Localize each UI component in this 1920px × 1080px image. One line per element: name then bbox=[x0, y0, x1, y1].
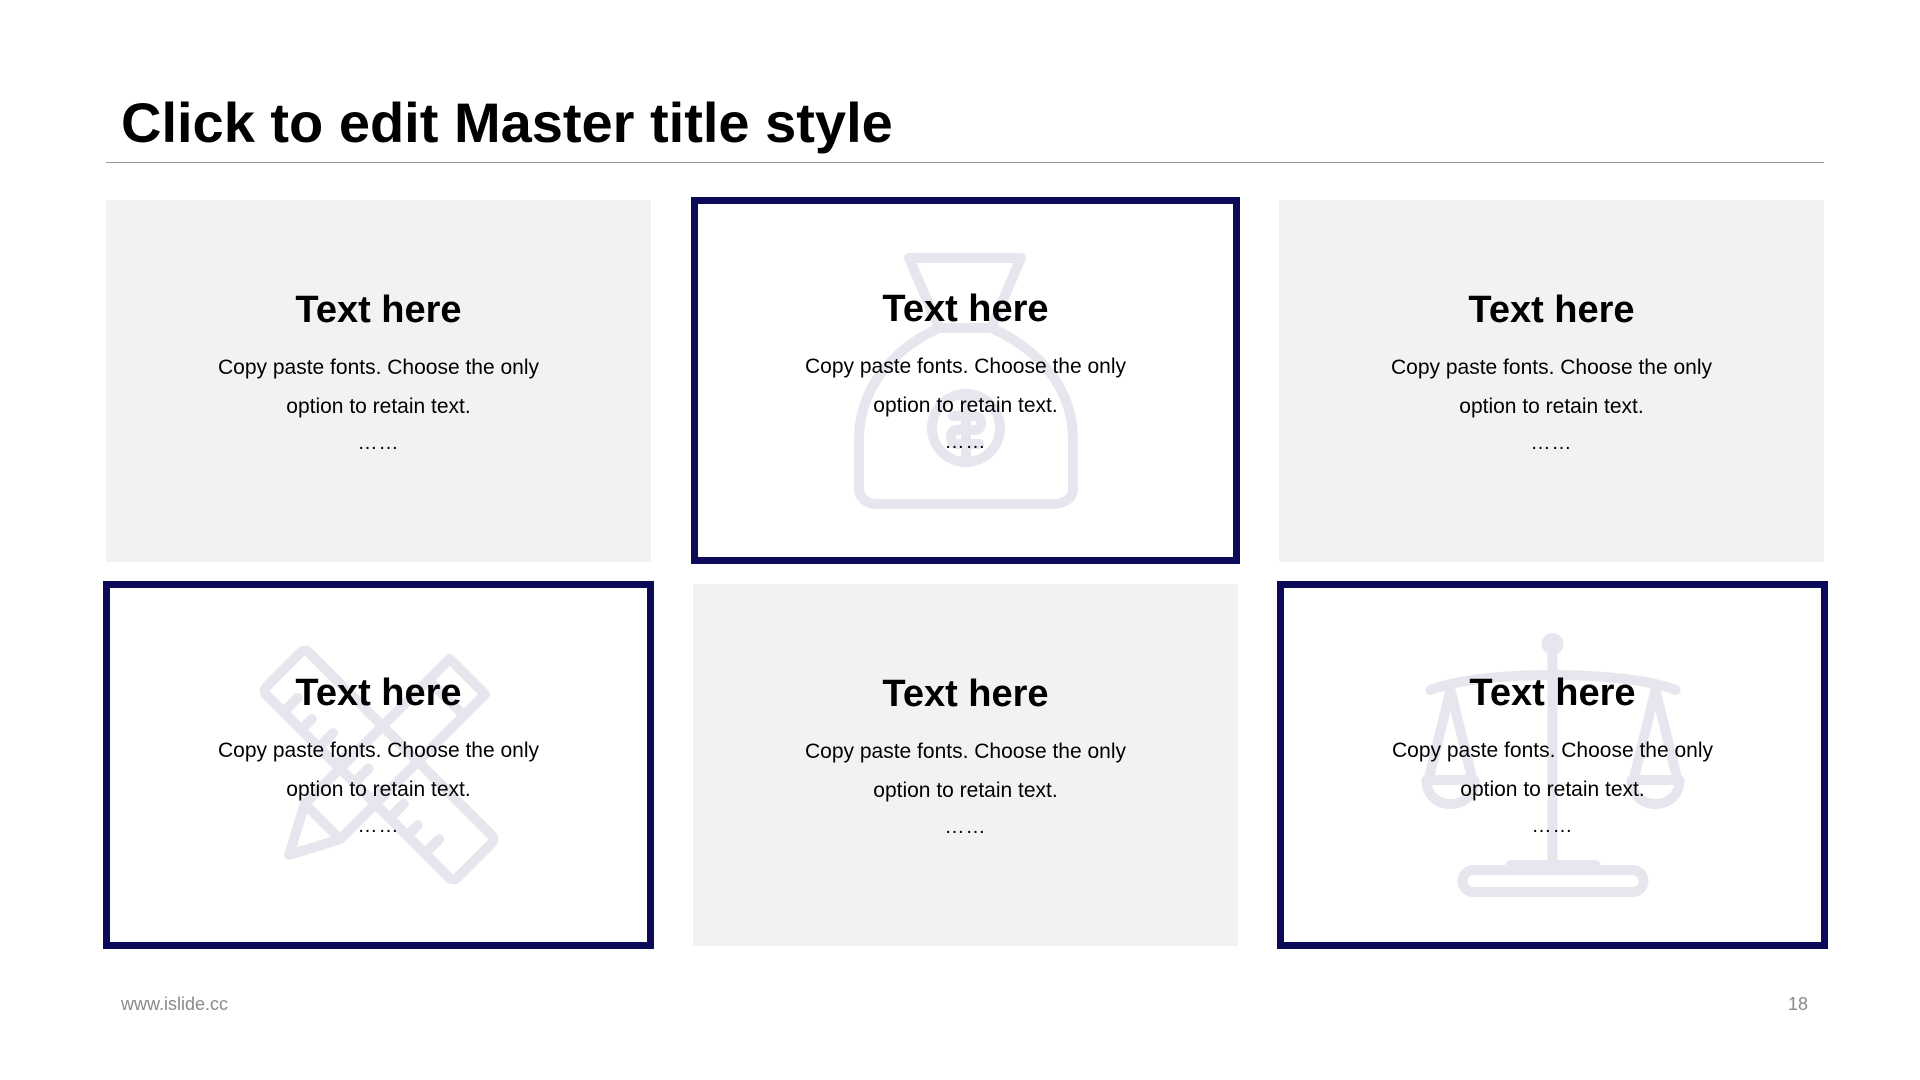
card-heading[interactable]: Text here bbox=[110, 669, 647, 717]
card-body-line: option to retain text. bbox=[1460, 778, 1645, 801]
card-1[interactable]: Text here Copy paste fonts. Choose the o… bbox=[106, 200, 651, 562]
card-body-line: Copy paste fonts. Choose the only bbox=[1390, 356, 1713, 379]
card-body-line: Copy paste fonts. Choose the only bbox=[217, 356, 540, 379]
card-4[interactable]: Text here Copy paste fonts. Choose the o… bbox=[103, 581, 654, 949]
card-ellipsis: …… bbox=[944, 431, 987, 453]
card-heading[interactable]: Text here bbox=[693, 670, 1238, 718]
card-ellipsis: …… bbox=[357, 432, 400, 454]
card-content: Text here Copy paste fonts. Choose the o… bbox=[106, 286, 651, 458]
card-heading[interactable]: Text here bbox=[1284, 669, 1821, 717]
card-body[interactable]: Copy paste fonts. Choose the only option… bbox=[693, 732, 1238, 810]
card-ellipsis: …… bbox=[944, 816, 987, 838]
card-body[interactable]: Copy paste fonts. Choose the only option… bbox=[698, 347, 1233, 425]
card-body-line: Copy paste fonts. Choose the only bbox=[804, 740, 1127, 763]
card-body-line: Copy paste fonts. Choose the only bbox=[804, 355, 1127, 378]
card-body-line: option to retain text. bbox=[286, 395, 471, 418]
title-divider bbox=[106, 162, 1824, 163]
card-ellipsis: …… bbox=[1531, 815, 1574, 837]
card-5[interactable]: Text here Copy paste fonts. Choose the o… bbox=[693, 584, 1238, 946]
card-ellipsis: …… bbox=[357, 815, 400, 837]
card-heading[interactable]: Text here bbox=[698, 285, 1233, 333]
card-body[interactable]: Copy paste fonts. Choose the only option… bbox=[1279, 348, 1824, 426]
card-body-line: option to retain text. bbox=[873, 779, 1058, 802]
card-3[interactable]: Text here Copy paste fonts. Choose the o… bbox=[1279, 200, 1824, 562]
card-body-line: Copy paste fonts. Choose the only bbox=[1391, 739, 1714, 762]
card-content: Text here Copy paste fonts. Choose the o… bbox=[693, 670, 1238, 842]
card-6[interactable]: Text here Copy paste fonts. Choose the o… bbox=[1277, 581, 1828, 949]
footer-url: www.islide.cc bbox=[121, 994, 229, 1014]
card-body-line: option to retain text. bbox=[286, 778, 471, 801]
card-2[interactable]: Text here Copy paste fonts. Choose the o… bbox=[691, 197, 1240, 564]
card-body[interactable]: Copy paste fonts. Choose the only option… bbox=[106, 348, 651, 426]
card-heading[interactable]: Text here bbox=[106, 286, 651, 334]
card-body-line: option to retain text. bbox=[873, 394, 1058, 417]
card-content: Text here Copy paste fonts. Choose the o… bbox=[1284, 669, 1821, 841]
card-body[interactable]: Copy paste fonts. Choose the only option… bbox=[1284, 731, 1821, 809]
card-content: Text here Copy paste fonts. Choose the o… bbox=[1279, 286, 1824, 458]
slide-title[interactable]: Click to edit Master title style bbox=[121, 88, 893, 158]
card-body[interactable]: Copy paste fonts. Choose the only option… bbox=[110, 731, 647, 809]
card-ellipsis: …… bbox=[1530, 432, 1573, 454]
card-body-line: Copy paste fonts. Choose the only bbox=[217, 739, 540, 762]
card-content: Text here Copy paste fonts. Choose the o… bbox=[698, 285, 1233, 457]
card-heading[interactable]: Text here bbox=[1279, 286, 1824, 334]
slide: Click to edit Master title style Text he… bbox=[0, 0, 1920, 1080]
card-body-line: option to retain text. bbox=[1459, 395, 1644, 418]
page-number: 18 bbox=[1787, 994, 1808, 1014]
card-content: Text here Copy paste fonts. Choose the o… bbox=[110, 669, 647, 841]
